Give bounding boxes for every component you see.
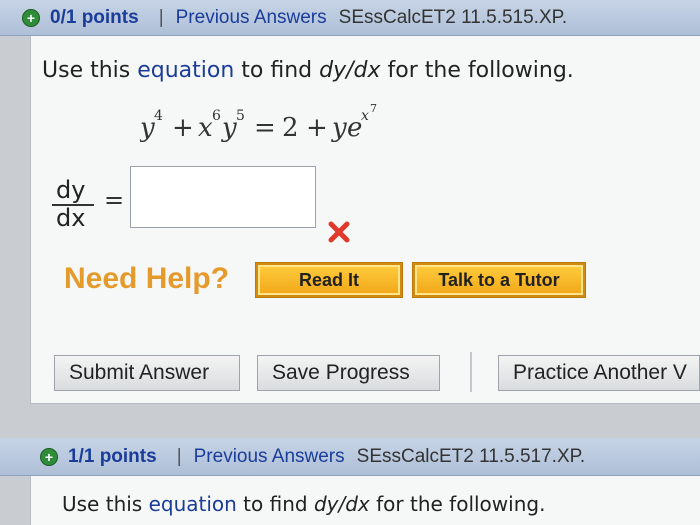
svg-text:y: y — [140, 113, 155, 143]
prompt-text: for the following. — [380, 58, 574, 83]
submit-answer-button[interactable]: Submit Answer — [54, 355, 240, 391]
prompt-text: to find — [234, 58, 320, 83]
prompt-variable: dy/dx — [319, 58, 381, 83]
equals-sign: = — [104, 186, 125, 214]
header-separator: | — [176, 445, 182, 467]
question-1-header: + 0/1 points | Previous Answers SEssCalc… — [0, 0, 700, 36]
svg-text:+: + — [172, 113, 194, 143]
math-equation: y 4 + x 6 y 5 = 2 + y e x 7 — [139, 102, 440, 148]
svg-text:y: y — [221, 113, 237, 143]
svg-text:6: 6 — [212, 108, 221, 124]
need-help-label: Need Help? — [64, 262, 230, 295]
question-prompt: Use this equation to find dy/dx for the … — [42, 58, 574, 83]
question-source-id: SEssCalcET2 11.5.515.XP. — [338, 6, 568, 28]
svg-text:5: 5 — [236, 108, 245, 124]
answer-input[interactable] — [130, 166, 316, 228]
question-2-prompt: Use this equation to find dy/dx for the … — [62, 492, 545, 516]
points-score: 0/1 points — [50, 6, 139, 28]
previous-answers-link[interactable]: Previous Answers — [194, 446, 345, 468]
question-source-id: SEssCalcET2 11.5.517.XP. — [356, 445, 586, 467]
svg-text:+: + — [306, 113, 328, 143]
talk-to-tutor-button[interactable]: Talk to a Tutor — [412, 262, 586, 298]
svg-text:4: 4 — [154, 108, 163, 124]
dy-dx-fraction: dy dx — [52, 176, 96, 232]
svg-text:=: = — [254, 113, 276, 143]
practice-another-button[interactable]: Practice Another V — [498, 355, 700, 391]
expand-plus-icon[interactable]: + — [40, 447, 58, 466]
read-it-button[interactable]: Read It — [255, 262, 403, 298]
fraction-denominator: dx — [56, 204, 86, 232]
svg-text:2: 2 — [282, 113, 299, 143]
svg-text:x: x — [361, 108, 369, 124]
expand-plus-icon[interactable]: + — [22, 8, 40, 27]
prompt-keyword: equation — [148, 492, 237, 516]
prompt-text: for the following. — [369, 492, 546, 516]
prompt-keyword: equation — [137, 58, 235, 83]
question-2-header: + 1/1 points | Previous Answers SEssCalc… — [0, 438, 700, 476]
svg-text:y: y — [331, 113, 347, 143]
svg-text:7: 7 — [370, 104, 377, 115]
prompt-text: to find — [236, 492, 314, 516]
fraction-numerator: dy — [56, 176, 86, 204]
previous-answers-link[interactable]: Previous Answers — [176, 7, 327, 29]
points-score: 1/1 points — [68, 445, 157, 467]
save-progress-button[interactable]: Save Progress — [257, 355, 440, 391]
svg-text:x: x — [198, 113, 213, 143]
button-divider — [470, 352, 472, 392]
prompt-text: Use this — [42, 58, 138, 83]
equation-render: y 4 + x 6 y 5 = 2 + y e x 7 — [139, 102, 377, 143]
header-separator: | — [158, 6, 164, 28]
prompt-text: Use this — [62, 492, 149, 516]
prompt-variable: dy/dx — [313, 492, 370, 516]
red-x-icon — [327, 220, 351, 244]
